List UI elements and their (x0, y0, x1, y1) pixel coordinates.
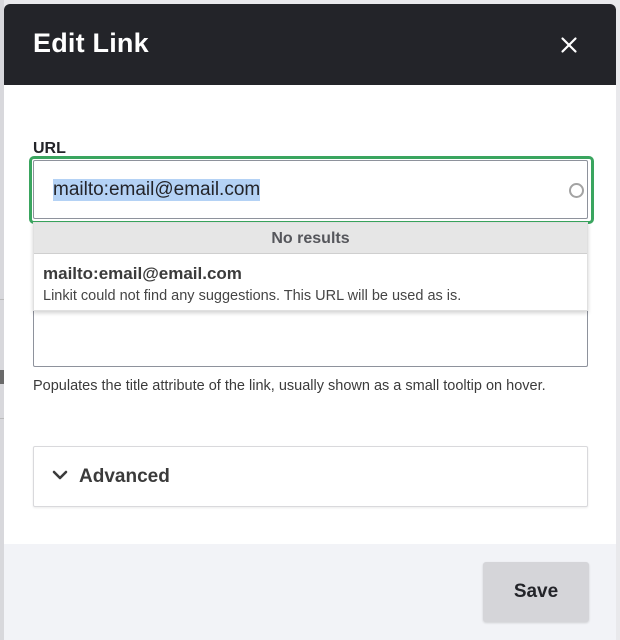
advanced-toggle[interactable]: Advanced (34, 447, 587, 506)
suggestion-title: mailto:email@email.com (43, 264, 242, 283)
dialog-footer: Save (4, 544, 616, 640)
link-title-description: Populates the title attribute of the lin… (33, 378, 546, 394)
loading-throbber-icon (569, 183, 584, 198)
close-icon (561, 37, 577, 53)
url-input[interactable]: mailto:email@email.com (33, 160, 588, 219)
no-results-header: No results (34, 223, 587, 254)
link-title-input[interactable] (33, 311, 588, 367)
edit-link-dialog: Edit Link URL mailto:email@email.com No … (4, 4, 616, 640)
no-results-text: No results (271, 230, 350, 247)
dialog-header: Edit Link (4, 4, 616, 85)
save-button[interactable]: Save (483, 562, 589, 622)
suggestion-description: Linkit could not find any suggestions. T… (43, 288, 462, 304)
autocomplete-dropdown: No results mailto:email@email.com Linkit… (33, 222, 588, 311)
advanced-label: Advanced (79, 466, 170, 487)
autocomplete-suggestion[interactable]: mailto:email@email.com Linkit could not … (34, 254, 587, 310)
url-input-value[interactable]: mailto:email@email.com (53, 179, 261, 201)
advanced-section: Advanced (33, 446, 588, 507)
dialog-body: URL mailto:email@email.com No results ma… (4, 85, 616, 544)
close-button[interactable] (554, 30, 584, 60)
dialog-title: Edit Link (33, 28, 149, 58)
chevron-down-icon (52, 470, 68, 480)
